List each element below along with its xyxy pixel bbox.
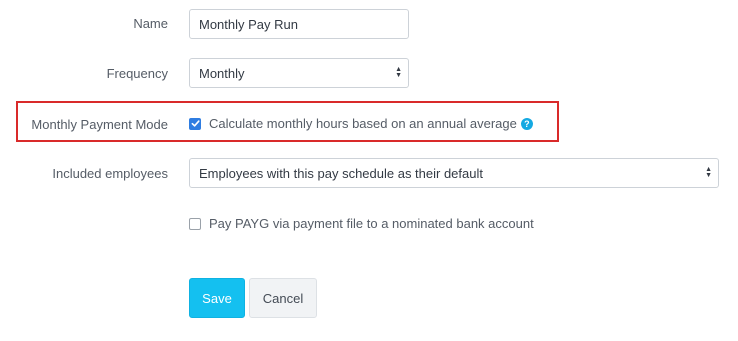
monthly-payment-mode-label: Monthly Payment Mode: [31, 117, 168, 132]
cancel-button[interactable]: Cancel: [249, 278, 317, 318]
payg-checkbox-label[interactable]: Pay PAYG via payment file to a nominated…: [209, 216, 534, 231]
name-label: Name: [133, 16, 168, 31]
monthly-hours-checkbox[interactable]: [189, 117, 201, 130]
monthly-hours-checkbox-label[interactable]: Calculate monthly hours based on an annu…: [209, 116, 517, 131]
monthly-payment-mode-row: Calculate monthly hours based on an annu…: [189, 116, 533, 131]
select-arrows-icon: ▲ ▼: [705, 166, 712, 179]
pay-schedule-form: Name Monthly Pay Run Frequency Monthly ▲…: [0, 0, 738, 341]
select-arrows-icon: ▲ ▼: [395, 66, 402, 79]
payg-checkbox[interactable]: [189, 217, 201, 230]
payg-row: Pay PAYG via payment file to a nominated…: [189, 216, 534, 231]
name-input-value: Monthly Pay Run: [199, 16, 298, 32]
included-employees-select-value: Employees with this pay schedule as thei…: [199, 165, 483, 181]
included-employees-select[interactable]: Employees with this pay schedule as thei…: [189, 158, 719, 188]
frequency-select[interactable]: Monthly ▲ ▼: [189, 58, 409, 88]
save-button[interactable]: Save: [189, 278, 245, 318]
help-icon[interactable]: ?: [520, 117, 533, 130]
frequency-label: Frequency: [106, 66, 168, 81]
checkmark-icon: [191, 120, 200, 127]
included-employees-label: Included employees: [52, 166, 168, 181]
frequency-select-value: Monthly: [199, 65, 245, 81]
name-input[interactable]: Monthly Pay Run: [189, 9, 409, 39]
